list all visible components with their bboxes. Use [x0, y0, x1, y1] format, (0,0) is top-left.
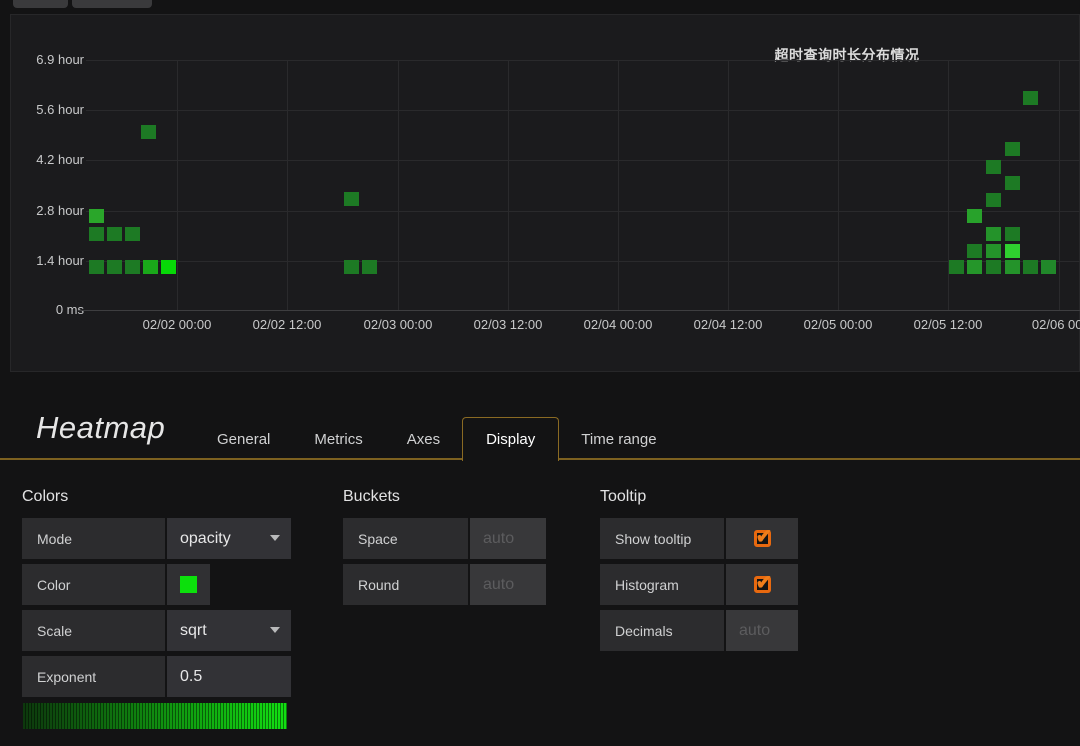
heatmap-cell[interactable]: [89, 209, 104, 223]
heatmap-cell[interactable]: [344, 260, 359, 274]
heatmap-cell[interactable]: [986, 260, 1001, 274]
editor-tabs: General Metrics Axes Display Time range: [195, 417, 679, 461]
heatmap-cell[interactable]: [949, 260, 964, 274]
heatmap-cell[interactable]: [344, 192, 359, 206]
exponent-input[interactable]: 0.5: [167, 656, 291, 697]
chevron-down-icon: [270, 627, 280, 633]
heatmap-cell[interactable]: [161, 260, 176, 274]
histogram-checkbox[interactable]: [753, 570, 772, 595]
exponent-label: Exponent: [22, 656, 165, 697]
cropped-toolbar-button[interactable]: [13, 0, 68, 8]
mode-select-value: opacity: [180, 529, 231, 547]
heatmap-cell[interactable]: [125, 227, 140, 241]
heatmap-cell[interactable]: [986, 160, 1001, 174]
tooltip-heading: Tooltip: [600, 488, 647, 505]
mode-select[interactable]: opacity: [167, 518, 291, 559]
heatmap-cell[interactable]: [967, 244, 982, 258]
colors-heading: Colors: [22, 488, 69, 505]
heatmap-panel: 超时查询时长分布情况: [10, 14, 1080, 372]
color-gradient-legend: [23, 703, 287, 729]
heatmap-cell[interactable]: [89, 227, 104, 241]
tab-time-range[interactable]: Time range: [559, 417, 678, 461]
heatmap-cell[interactable]: [1005, 227, 1020, 241]
decimals-label: Decimals: [600, 610, 724, 651]
scale-label: Scale: [22, 610, 165, 651]
heatmap-cell[interactable]: [986, 227, 1001, 241]
color-label: Color: [22, 564, 165, 605]
panel-type-title: Heatmap: [36, 410, 166, 445]
show-tooltip-checkbox[interactable]: [753, 524, 772, 549]
heatmap-cell[interactable]: [967, 260, 982, 274]
heatmap-cell[interactable]: [986, 244, 1001, 258]
heatmap-cell[interactable]: [141, 125, 156, 139]
space-input[interactable]: auto: [470, 518, 546, 559]
heatmap-cell[interactable]: [1005, 260, 1020, 274]
heatmap-cell[interactable]: [125, 260, 140, 274]
heatmap-cell[interactable]: [1023, 260, 1038, 274]
tooltip-section: Tooltip Show tooltip Histogram Decimals …: [600, 488, 798, 651]
show-tooltip-checkbox-box: [726, 518, 798, 559]
heatmap-cell[interactable]: [1005, 176, 1020, 190]
tab-axes[interactable]: Axes: [385, 417, 462, 461]
heatmap-cell[interactable]: [1005, 142, 1020, 156]
scale-select[interactable]: sqrt: [167, 610, 291, 651]
heatmap-cell[interactable]: [362, 260, 377, 274]
decimals-input[interactable]: auto: [726, 610, 798, 651]
heatmap-cell[interactable]: [143, 260, 158, 274]
show-tooltip-label: Show tooltip: [600, 518, 724, 559]
round-input[interactable]: auto: [470, 564, 546, 605]
heatmap-cell[interactable]: [107, 260, 122, 274]
heatmap-cell[interactable]: [986, 193, 1001, 207]
heatmap-cell[interactable]: [89, 260, 104, 274]
color-swatch[interactable]: [180, 576, 197, 593]
heatmap-cell[interactable]: [967, 209, 982, 223]
chevron-down-icon: [270, 535, 280, 541]
heatmap-cell[interactable]: [1023, 91, 1038, 105]
histogram-label: Histogram: [600, 564, 724, 605]
mode-label: Mode: [22, 518, 165, 559]
colors-section: Colors Mode opacity Color Scale sqrt Exp…: [22, 488, 291, 729]
color-picker-box: [167, 564, 210, 605]
heatmap-cell[interactable]: [107, 227, 122, 241]
tab-display[interactable]: Display: [462, 417, 560, 461]
tab-metrics[interactable]: Metrics: [292, 417, 384, 461]
scale-select-value: sqrt: [180, 621, 207, 639]
tab-general[interactable]: General: [195, 417, 292, 461]
buckets-heading: Buckets: [343, 488, 400, 505]
histogram-checkbox-box: [726, 564, 798, 605]
round-label: Round: [343, 564, 468, 605]
heatmap-cell[interactable]: [1005, 244, 1020, 258]
panel-title[interactable]: 超时查询时长分布情况: [767, 45, 927, 65]
space-label: Space: [343, 518, 468, 559]
cropped-toolbar-button[interactable]: [72, 0, 152, 8]
heatmap-cell[interactable]: [1041, 260, 1056, 274]
buckets-section: Buckets Space auto Round auto: [343, 488, 546, 605]
